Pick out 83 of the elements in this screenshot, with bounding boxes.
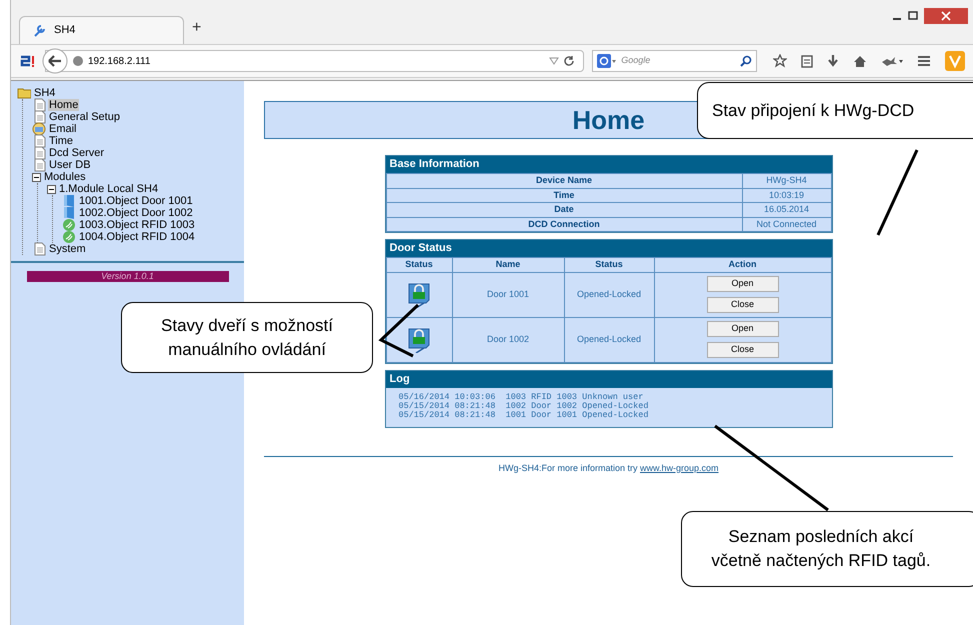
action-button[interactable]: Close [706, 297, 778, 313]
page-icon [32, 110, 46, 124]
panel-header: Door Status [386, 240, 832, 257]
tree-item[interactable]: Time [48, 135, 74, 147]
tree-item[interactable]: 1002.Object Door 1002 [78, 207, 194, 219]
table-cell: Opened-Locked [564, 317, 654, 362]
reload-icon[interactable] [563, 55, 576, 67]
dropdown-icon[interactable] [549, 57, 560, 65]
browser-tab[interactable]: SH4 [19, 16, 184, 44]
search-field[interactable]: Google [592, 50, 757, 72]
address-input[interactable]: 192.168.2.111 [88, 54, 546, 68]
link[interactable]: www.hw-group.com [640, 462, 719, 472]
column-header: Name [452, 258, 564, 272]
table-cell: HWg-SH4 [742, 174, 831, 188]
tree-item[interactable]: 1004.Object RFID 1004 [78, 231, 196, 243]
callout: Stavy dveří s možností manuálního ovládání [121, 302, 373, 373]
tree-item[interactable]: System [48, 243, 87, 255]
tree-item[interactable]: Home [48, 99, 80, 111]
column-header: Status [386, 258, 452, 272]
address-field[interactable]: 192.168.2.111 [44, 50, 584, 72]
search-icon[interactable] [740, 55, 752, 67]
log-entry: 05/15/2014 08:21:48 1002 Door 1002 Opened-Locked [398, 402, 650, 410]
collapse-icon[interactable] [32, 172, 41, 182]
back-icon[interactable] [42, 48, 68, 74]
home-icon[interactable] [853, 54, 867, 68]
page-icon [32, 146, 46, 160]
door-icon [62, 206, 76, 220]
callout: Seznam posledních akcí včetně načtených RFID tagů. [681, 511, 973, 587]
panel-header: Base Information [386, 156, 832, 173]
tree-item[interactable]: General Setup [48, 111, 121, 123]
column-header: Status [564, 258, 654, 272]
table-cell: DCD Connection [386, 217, 742, 232]
page-icon [32, 242, 46, 256]
tab-title: SH4 [54, 23, 76, 38]
log-entry: 05/15/2014 08:21:48 1001 Door 1001 Opened-Locked [398, 410, 650, 420]
page-icon [32, 134, 46, 148]
table-cell: Opened-Locked [564, 272, 654, 317]
tree-item[interactable]: Modules [43, 171, 87, 183]
tree-item[interactable]: SH4 [33, 87, 56, 99]
leader-line [378, 304, 420, 358]
table-cell: 16.05.2014 [742, 202, 831, 217]
tag-icon [62, 218, 76, 232]
tree-item[interactable]: Email [48, 123, 78, 135]
callout: Stav připojení k HWg-DCD [697, 82, 973, 139]
collapse-icon[interactable] [47, 184, 56, 194]
page-icon [32, 158, 46, 172]
table-cell: 10:03:19 [742, 188, 831, 202]
version-label: Version 1.0.1 [26, 271, 228, 282]
tag-icon [62, 230, 76, 244]
page-title: Home [572, 104, 645, 136]
tree-item[interactable]: Dcd Server [48, 147, 106, 159]
table-cell: Time [386, 188, 742, 202]
tree-item[interactable]: 1003.Object RFID 1003 [78, 219, 196, 231]
clipboard-icon[interactable] [801, 54, 813, 68]
log-entry: 05/16/2014 10:03:06 1003 RFID 1003 Unknown user [398, 392, 644, 402]
table-cell: Door 1001 [452, 272, 564, 317]
maximize-icon[interactable] [908, 11, 918, 21]
tree-item[interactable]: 1.Module Local SH4 [58, 183, 160, 195]
table-cell: Device Name [386, 174, 742, 188]
new-tab-button[interactable]: + [192, 16, 202, 40]
tree-item[interactable]: User DB [48, 159, 92, 171]
wrench-icon [32, 24, 46, 38]
action-button[interactable]: Close [706, 342, 778, 358]
action-button[interactable]: Open [706, 321, 778, 337]
table-cell: Not Connected [742, 217, 831, 232]
table-cell: Date [386, 202, 742, 217]
table-cell: Door 1002 [452, 317, 564, 362]
action-button[interactable]: Open [706, 276, 778, 292]
close-icon[interactable] [924, 8, 968, 24]
door-icon [62, 194, 76, 208]
page-icon [32, 98, 46, 112]
tree-item[interactable]: 1001.Object Door 1001 [78, 195, 194, 207]
footer-text: HWg-SH4:For more information try www.hw-group.com [498, 462, 719, 475]
panel-header: Log [386, 370, 832, 388]
addon-logo-icon[interactable] [19, 54, 37, 68]
search-input[interactable]: Google [621, 54, 736, 68]
star-icon[interactable] [773, 54, 787, 68]
folder-icon [17, 86, 31, 100]
search-engine-icon[interactable] [597, 54, 618, 68]
column-header: Action [654, 258, 831, 272]
envelope-icon [32, 122, 46, 136]
download-icon[interactable] [827, 54, 839, 68]
menu-icon[interactable] [917, 55, 931, 67]
